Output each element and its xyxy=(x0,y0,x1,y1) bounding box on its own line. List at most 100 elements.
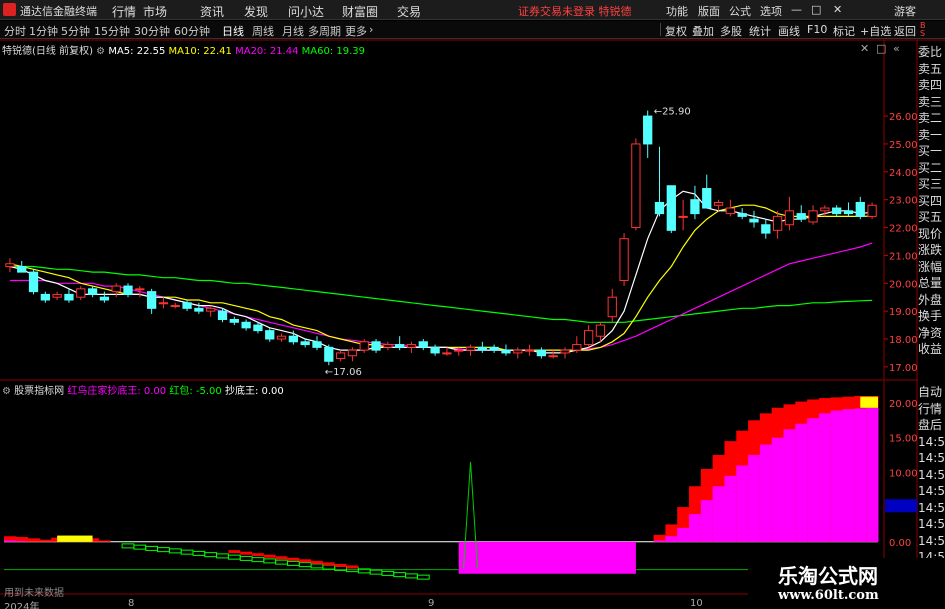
candle-body xyxy=(713,201,724,206)
candle-body xyxy=(147,291,157,309)
candle-body xyxy=(288,335,298,343)
ma10-line xyxy=(9,204,873,351)
panel-max-icon[interactable]: □ xyxy=(876,42,886,55)
side-item[interactable]: 委比 xyxy=(918,44,945,61)
ma5-label: MA5: 22.55 xyxy=(108,46,166,57)
candle-body xyxy=(654,201,665,215)
price-tick-label: 19.00 xyxy=(889,307,918,318)
side-item[interactable]: 盘后 xyxy=(918,417,945,434)
candle-body xyxy=(406,344,417,348)
candle-body xyxy=(335,352,346,359)
chart-canvas[interactable]: 26.00 25.00 24.00 23.00 22.00 21.00 20.00 19.00… xyxy=(0,0,945,609)
indicator-yellow-block xyxy=(57,535,93,542)
indicator-magenta-bar xyxy=(677,527,690,542)
side-item[interactable]: 自动 xyxy=(918,384,945,401)
price-tick-label: 23.00 xyxy=(889,196,918,207)
settings-icon[interactable]: ⚙ xyxy=(2,386,11,397)
side-item[interactable]: 总量 xyxy=(918,275,945,292)
side-item[interactable]: 买四 xyxy=(918,193,945,210)
candle-body xyxy=(158,302,169,305)
price-tick-label: 22.00 xyxy=(889,224,918,235)
indicator-magenta-bar xyxy=(736,465,749,542)
side-item[interactable]: 卖三 xyxy=(918,94,945,111)
candle-body xyxy=(241,321,251,329)
side-item[interactable]: 卖二 xyxy=(918,110,945,127)
candle-body xyxy=(99,296,110,301)
candle-body xyxy=(5,263,15,268)
candle-body xyxy=(265,330,275,340)
candle-body xyxy=(690,199,700,215)
indicator-magenta-bar xyxy=(15,541,29,542)
side-item[interactable]: 买二 xyxy=(918,160,945,177)
price-tick-label: 20.00 xyxy=(889,279,918,290)
candle-body xyxy=(52,293,62,298)
indicator-green-step xyxy=(381,570,395,576)
side-item[interactable]: 卖一 xyxy=(918,127,945,144)
quote-side-panel: 委比 卖五 卖四 卖三 卖二 卖一 买一 买二 买三 买四 买五 现价 涨跌 涨… xyxy=(918,44,945,358)
indicator-green-step xyxy=(157,547,170,553)
candle-body xyxy=(64,293,74,301)
main-chart-legend: 特锐德(日线 前复权) ⚙ MA5: 22.55 MA10: 22.41 MA2… xyxy=(2,42,365,57)
side-item[interactable]: 换手 xyxy=(918,308,945,325)
side-item[interactable]: 涨幅 xyxy=(918,259,945,276)
price-tick-label: 21.00 xyxy=(889,251,918,262)
candle-body xyxy=(796,213,806,220)
indicator-magenta-bar xyxy=(818,413,832,542)
side-item[interactable]: 收益 xyxy=(918,341,945,358)
panel-expand-icon[interactable]: « xyxy=(893,42,900,55)
candle-body xyxy=(206,307,216,312)
side-item[interactable]: 买一 xyxy=(918,143,945,160)
indicator-magenta-bar xyxy=(783,429,796,542)
settings-icon[interactable]: ⚙ xyxy=(96,46,105,57)
indicator-tick-label: 20.00 xyxy=(889,399,918,410)
indicator-green-step xyxy=(416,574,430,580)
candle-body xyxy=(619,238,629,281)
panel-close-icon[interactable]: ✕ xyxy=(860,42,869,55)
indicator-green-step xyxy=(405,573,418,579)
stock-name: 特锐德(日线 前复权) xyxy=(2,46,93,57)
candle-body xyxy=(217,310,228,320)
side-item[interactable]: 净资 xyxy=(918,325,945,342)
side-item[interactable]: 外盘 xyxy=(918,292,945,309)
side-item[interactable]: 卖四 xyxy=(918,77,945,94)
indicator-green-step xyxy=(239,555,253,561)
side-item[interactable]: 买五 xyxy=(918,209,945,226)
indicator-tick-label: 10.00 xyxy=(889,468,918,479)
indicator-magenta-bar xyxy=(665,536,678,542)
indicator-green-step xyxy=(121,543,135,549)
indicator-green-step xyxy=(286,560,300,566)
indicator-red-bar xyxy=(15,536,29,542)
indicator-magenta-bar xyxy=(689,514,702,542)
indicator-green-step xyxy=(133,544,147,550)
indicator-red-step xyxy=(228,550,241,554)
candle-body xyxy=(843,210,854,215)
side-item[interactable]: 行情 xyxy=(918,401,945,418)
candle-body xyxy=(489,346,499,351)
indicator-red-step xyxy=(346,565,359,569)
candle-body xyxy=(867,204,877,217)
indicator-green-step xyxy=(275,559,288,565)
indicator-current-box xyxy=(885,499,917,513)
tick-side-panel: 自动 行情 盘后 14:56 14:56 14:56 14:56 14:56 1… xyxy=(918,384,945,566)
candle-body xyxy=(371,341,381,351)
side-item[interactable]: 涨跌 xyxy=(918,242,945,259)
side-item[interactable]: 买三 xyxy=(918,176,945,193)
indicator-magenta-bar xyxy=(854,408,867,542)
ma20-line xyxy=(9,242,873,351)
candle-body xyxy=(28,271,39,293)
side-item[interactable]: 卖五 xyxy=(918,61,945,78)
candle-body xyxy=(87,288,98,295)
candle-body xyxy=(465,346,476,351)
watermark-url: www.60lt.com xyxy=(778,588,879,603)
indicator-line1: 红鸟庄家抄底王: 0.00 xyxy=(67,386,167,397)
indicator-legend: ⚙ 股票指标网 红鸟庄家抄底王: 0.00 红包: -5.00 抄底王: 0.0… xyxy=(2,382,284,397)
indicator-magenta-bar xyxy=(712,486,725,542)
indicator-green-step xyxy=(204,552,218,558)
candle-body xyxy=(702,188,712,209)
indicator-green-step xyxy=(322,564,336,570)
indicator-green-step xyxy=(180,549,194,555)
indicator-yellow-mark xyxy=(860,396,878,408)
side-item[interactable]: 现价 xyxy=(918,226,945,243)
candle-body xyxy=(300,341,310,346)
candle-body xyxy=(513,349,523,354)
